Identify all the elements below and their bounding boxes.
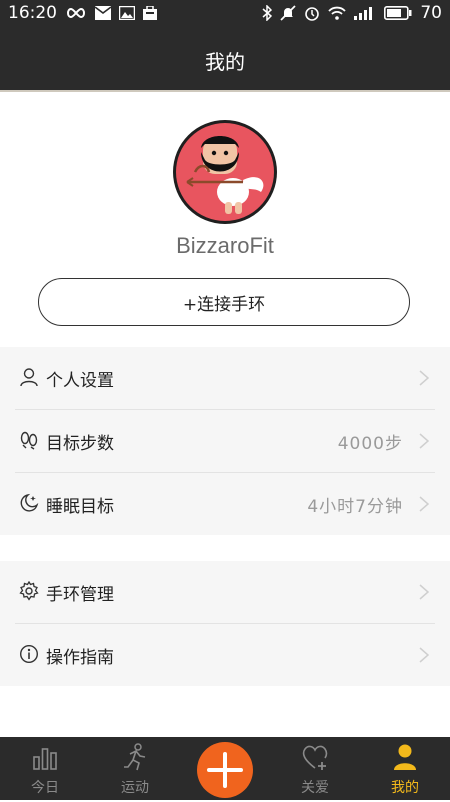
status-time: 16:20 xyxy=(8,3,57,23)
sleep-goal-value: 4小时7分钟 xyxy=(307,497,403,517)
infinity-icon xyxy=(65,6,87,20)
plus-icon xyxy=(207,752,243,788)
sleep-goal-label: 睡眠目标 xyxy=(46,497,114,517)
chevron-right-icon xyxy=(417,583,431,601)
settings-group-primary: 个人设置 目标步数 4000步 睡眠目标 4小时7分钟 xyxy=(0,347,450,535)
chevron-right-icon xyxy=(417,369,431,387)
tab-care[interactable]: 关爱 xyxy=(270,737,360,800)
tab-mine-label: 我的 xyxy=(391,780,419,796)
image-icon xyxy=(119,6,135,20)
connect-band-button[interactable]: +连接手环 xyxy=(38,278,410,326)
briefcase-icon xyxy=(143,6,157,20)
user-guide-row[interactable]: 操作指南 xyxy=(15,623,435,686)
info-icon xyxy=(19,644,39,664)
user-icon xyxy=(390,743,420,771)
avatar[interactable] xyxy=(173,120,277,224)
cupid-avatar-image xyxy=(176,123,274,221)
sleep-goal-row[interactable]: 睡眠目标 4小时7分钟 xyxy=(15,472,435,535)
status-bar: 16:20 70 xyxy=(0,0,450,28)
band-management-row[interactable]: 手环管理 xyxy=(15,561,435,623)
runner-icon xyxy=(120,743,150,771)
mail-icon xyxy=(95,6,111,20)
heart-plus-icon xyxy=(300,743,330,771)
signal-icon xyxy=(354,6,376,20)
page-title: 我的 xyxy=(205,50,245,74)
step-goal-label: 目标步数 xyxy=(46,434,114,454)
person-icon xyxy=(19,367,39,387)
user-guide-label: 操作指南 xyxy=(46,648,114,668)
tab-mine[interactable]: 我的 xyxy=(360,737,450,800)
footprints-icon xyxy=(19,430,39,450)
personal-settings-label: 个人设置 xyxy=(46,371,114,391)
add-button[interactable] xyxy=(197,742,253,798)
step-goal-row[interactable]: 目标步数 4000步 xyxy=(15,409,435,472)
tab-today-label: 今日 xyxy=(31,780,59,796)
chevron-right-icon xyxy=(417,432,431,450)
bluetooth-icon xyxy=(262,5,273,21)
settings-group-secondary: 手环管理 操作指南 xyxy=(0,561,450,686)
step-goal-value: 4000步 xyxy=(337,434,403,454)
app-header: 我的 xyxy=(0,28,450,90)
band-management-label: 手环管理 xyxy=(46,585,114,605)
alarm-icon xyxy=(304,5,320,21)
moon-icon xyxy=(19,493,39,513)
battery-level: 70 xyxy=(420,3,442,23)
tab-exercise-label: 运动 xyxy=(121,780,149,796)
tab-exercise[interactable]: 运动 xyxy=(90,737,180,800)
username: BizzaroFit xyxy=(176,233,274,258)
chevron-right-icon xyxy=(417,646,431,664)
chevron-right-icon xyxy=(417,495,431,513)
wifi-icon xyxy=(328,6,347,20)
personal-settings-row[interactable]: 个人设置 xyxy=(15,347,435,409)
battery-icon xyxy=(384,6,412,20)
gear-icon xyxy=(19,580,39,601)
header-divider xyxy=(0,90,450,92)
bar-chart-icon xyxy=(30,743,60,771)
tab-today[interactable]: 今日 xyxy=(0,737,90,800)
mute-icon xyxy=(280,5,296,21)
tab-care-label: 关爱 xyxy=(301,780,329,796)
